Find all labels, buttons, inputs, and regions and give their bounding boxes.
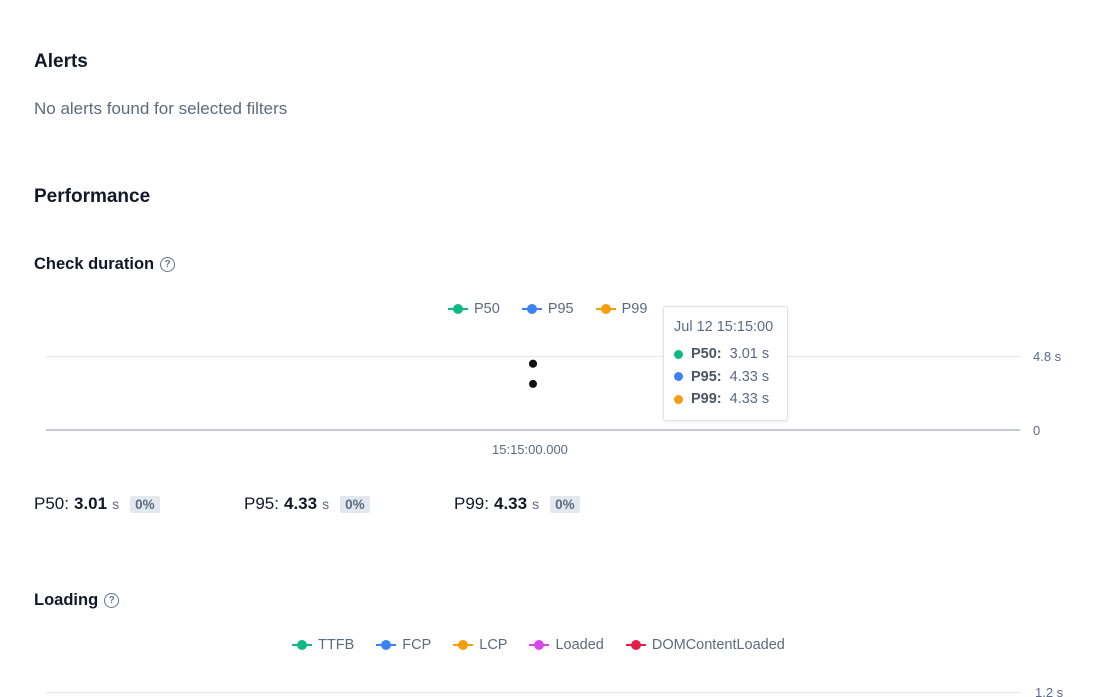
tooltip-label: P95: [691,368,722,385]
alerts-empty-message: No alerts found for selected filters [34,99,288,118]
legend-item-ttfb[interactable]: TTFB [292,637,354,653]
alerts-heading: Alerts [34,51,88,72]
legend-item-p95[interactable]: P95 [521,301,574,317]
loading-y-tick-label: 1.2 s [1035,685,1064,697]
stat-value: 4.33 [493,494,528,513]
check-duration-label: Check duration [34,255,155,273]
legend-item-p50[interactable]: P50 [448,301,500,317]
tooltip-value: 4.33 s [729,368,770,385]
legend-item-fcp[interactable]: FCP [376,637,431,653]
change-badge: 0% [130,496,160,513]
legend-line-dot-icon [453,640,474,650]
stat-label: P50: [34,494,69,513]
change-badge: 0% [550,496,580,513]
stat-unit: s [532,496,540,512]
legend-item-domcontentloaded[interactable]: DOMContentLoaded [625,637,785,653]
stat-label: P95: [244,494,279,513]
legend-line-dot-icon [292,640,312,650]
data-point-p99[interactable] [529,359,537,368]
tooltip-value: 4.33 s [729,391,770,408]
legend-label: P99 [621,301,648,317]
performance-heading: Performance [34,186,151,207]
series-dot-icon [674,349,683,359]
legend-item-lcp[interactable]: LCP [453,637,507,653]
series-dot-icon [674,394,683,404]
y-tick-label-zero: 0 [1033,423,1041,438]
tooltip-label: P99: [691,391,722,408]
legend-label: P95 [547,301,574,317]
check-duration-title: Check duration ? [34,255,176,274]
stat-unit: s [112,496,120,512]
loading-grid-line [46,692,1020,693]
legend-line-dot-icon [376,640,397,650]
loading-label: Loading [34,591,99,609]
loading-title: Loading ? [34,591,120,610]
help-icon[interactable]: ? [160,257,176,272]
tooltip-label: P50: [691,346,722,363]
tooltip-row-p99: P99: 4.33 s [674,388,777,411]
check-duration-chart[interactable] [0,340,1113,440]
check-duration-legend: P50 P95 P99 [448,301,647,317]
legend-item-p99[interactable]: P99 [595,301,648,317]
stat-value: 3.01 [73,494,108,513]
stat-value: 4.33 [283,494,318,513]
help-icon[interactable]: ? [104,593,120,608]
tooltip-row-p95: P95: 4.33 s [674,366,777,389]
stat-p50: P50: 3.01 s 0% [34,494,160,514]
stat-label: P99: [454,494,489,513]
legend-line-dot-icon [448,304,468,314]
x-tick-label: 15:15:00.000 [492,442,568,457]
y-tick-label-top: 4.8 s [1033,349,1062,364]
legend-label: DOMContentLoaded [651,637,785,653]
legend-line-dot-icon [521,304,542,314]
chart-tooltip: Jul 12 15:15:00 P50: 3.01 s P95: 4.33 s … [663,306,788,421]
stat-unit: s [322,496,330,512]
data-point-p50[interactable] [529,379,537,388]
stat-p95: P95: 4.33 s 0% [244,494,370,514]
legend-label: Loaded [555,637,604,653]
tooltip-row-p50: P50: 3.01 s [674,343,777,366]
legend-line-dot-icon [595,304,616,314]
series-dot-icon [674,372,683,382]
stat-p99: P99: 4.33 s 0% [454,494,580,514]
legend-label: FCP [402,637,432,653]
legend-label: P50 [474,301,500,317]
legend-label: LCP [479,637,508,653]
legend-label: TTFB [318,637,355,653]
tooltip-value: 3.01 s [729,346,770,363]
tooltip-date: Jul 12 15:15:00 [674,319,774,335]
loading-legend: TTFB FCP LCP Loaded DOMContentLoaded [292,637,785,653]
change-badge: 0% [340,496,370,513]
legend-line-dot-icon [529,640,550,650]
legend-item-loaded[interactable]: Loaded [529,637,604,653]
legend-line-dot-icon [625,640,646,650]
